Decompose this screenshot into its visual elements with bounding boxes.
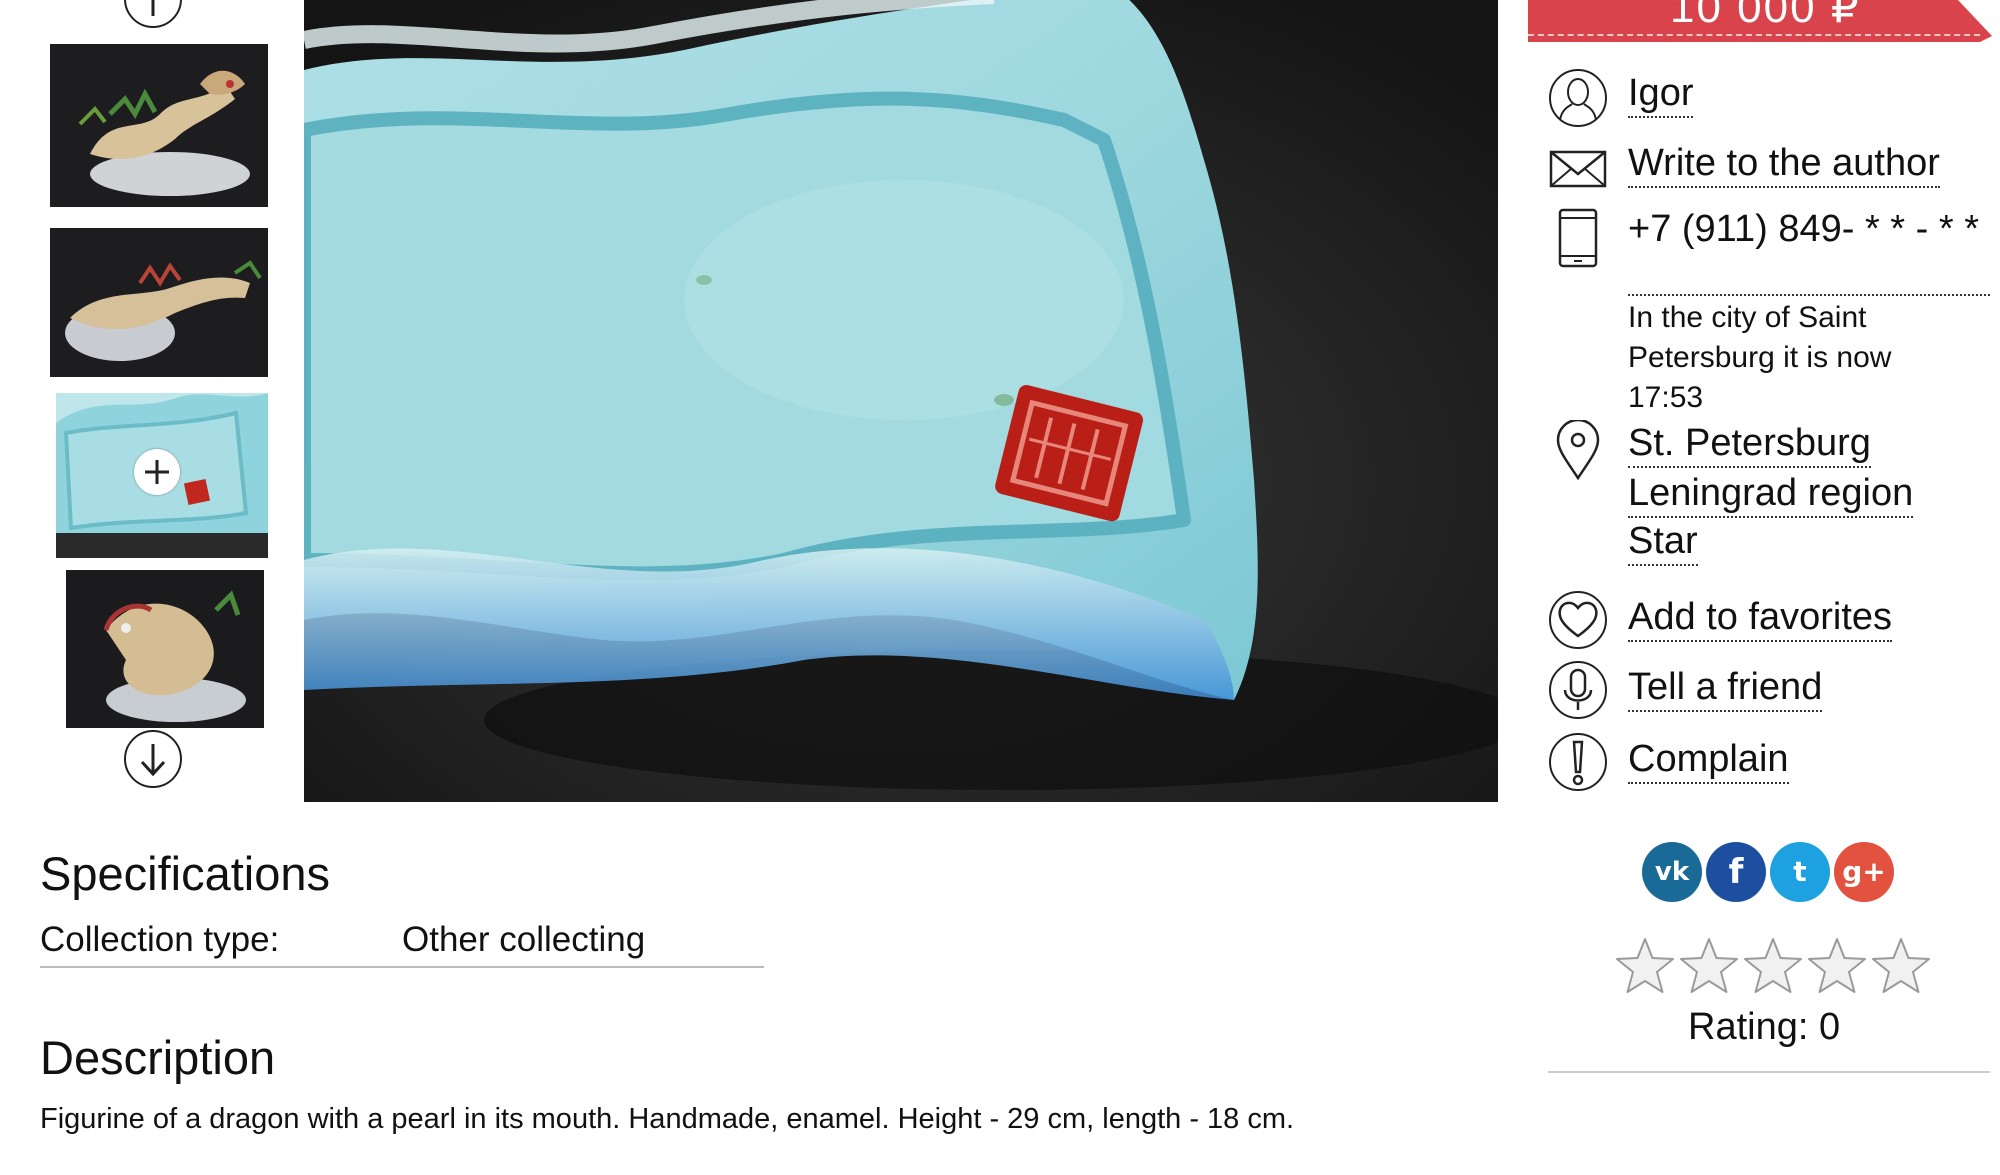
- location-city-link[interactable]: St. Petersburg: [1628, 422, 1871, 468]
- phone-underline: [1628, 294, 1990, 296]
- rating-divider: [1548, 1071, 1990, 1073]
- description-heading: Description: [40, 1031, 276, 1084]
- map-pin-icon: [1556, 420, 1600, 480]
- thumbnail-4[interactable]: [66, 570, 264, 728]
- star-icon[interactable]: [1806, 936, 1868, 998]
- facebook-icon: f: [1728, 852, 1744, 892]
- specifications-heading: Specifications: [40, 847, 330, 900]
- arrow-down-icon: [140, 744, 166, 777]
- local-time-note: In the city of Saint Petersburg it is no…: [1628, 301, 1892, 414]
- envelope-icon: [1549, 150, 1607, 188]
- rating-stars[interactable]: [1614, 936, 1934, 1003]
- vk-icon: vk: [1654, 857, 1690, 887]
- location-region-link[interactable]: Leningrad region: [1628, 472, 1914, 518]
- user-icon: [1549, 69, 1607, 127]
- heart-icon: [1549, 591, 1607, 649]
- google-plus-icon: g+: [1842, 855, 1886, 888]
- main-photo-enamel-base: [304, 0, 1498, 802]
- thumbnail-1[interactable]: [50, 44, 268, 207]
- tell-a-friend-link[interactable]: Tell a friend: [1628, 666, 1823, 712]
- twitter-icon: t: [1793, 855, 1807, 888]
- spec-collection-type-label: Collection type:: [40, 920, 280, 959]
- spec-collection-type-value: Other collecting: [402, 920, 646, 959]
- main-product-image[interactable]: [304, 0, 1498, 802]
- share-google-plus-button[interactable]: g+: [1834, 842, 1894, 902]
- star-icon[interactable]: [1614, 936, 1676, 998]
- price-ribbon-stitching: [1528, 34, 1980, 36]
- zoom-plus-icon[interactable]: [134, 449, 180, 495]
- scroll-up-button[interactable]: [124, 0, 182, 28]
- microphone-icon: [1549, 661, 1607, 719]
- add-to-favorites-link[interactable]: Add to favorites: [1628, 596, 1893, 642]
- star-icon[interactable]: [1678, 936, 1740, 998]
- thumbnail-dragon-side-image: [50, 228, 268, 377]
- exclamation-icon: [1549, 733, 1607, 791]
- thumbnail-dragon-close-image: [66, 570, 264, 728]
- spec-divider: [40, 966, 764, 968]
- thumbnail-2[interactable]: [50, 228, 268, 377]
- write-to-author-link[interactable]: Write to the author: [1628, 142, 1940, 188]
- price-label: 10 000 ₽: [1670, 0, 1861, 32]
- scroll-down-button[interactable]: [124, 730, 182, 788]
- thumbnail-dragon-front-image: [50, 44, 268, 207]
- seller-name-link[interactable]: Igor: [1628, 72, 1694, 118]
- share-vk-button[interactable]: vk: [1642, 842, 1702, 902]
- location-locality-link[interactable]: Star: [1628, 520, 1698, 566]
- star-icon[interactable]: [1870, 936, 1932, 998]
- description-text: Figurine of a dragon with a pearl in its…: [40, 1103, 1295, 1135]
- arrow-up-icon: [151, 0, 155, 16]
- mobile-phone-icon: [1558, 208, 1598, 268]
- thumbnail-3-selected[interactable]: [56, 393, 268, 558]
- phone-number-link[interactable]: +7 (911) 849- * * - * *: [1628, 210, 1998, 248]
- rating-label: Rating: 0: [1688, 1006, 1841, 1048]
- star-icon[interactable]: [1742, 936, 1804, 998]
- share-twitter-button[interactable]: t: [1770, 842, 1830, 902]
- complain-link[interactable]: Complain: [1628, 738, 1789, 784]
- share-facebook-button[interactable]: f: [1706, 842, 1766, 902]
